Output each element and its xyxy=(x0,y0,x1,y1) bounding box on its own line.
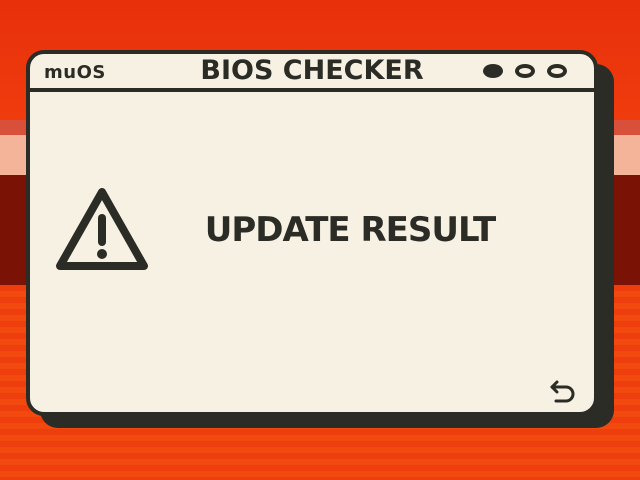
ring-dot-icon xyxy=(515,64,535,78)
ring-dot-icon xyxy=(547,64,567,78)
window-title: BIOS CHECKER xyxy=(200,55,424,86)
update-result-heading: UPDATE RESULT xyxy=(204,210,496,250)
warning-triangle-icon xyxy=(56,188,148,270)
back-arrow-icon[interactable] xyxy=(548,376,578,404)
title-bar: muOS BIOS CHECKER xyxy=(30,54,594,92)
filled-dot-icon xyxy=(483,64,503,78)
dialog-window: muOS BIOS CHECKER UPDATE RESULT xyxy=(26,50,598,416)
